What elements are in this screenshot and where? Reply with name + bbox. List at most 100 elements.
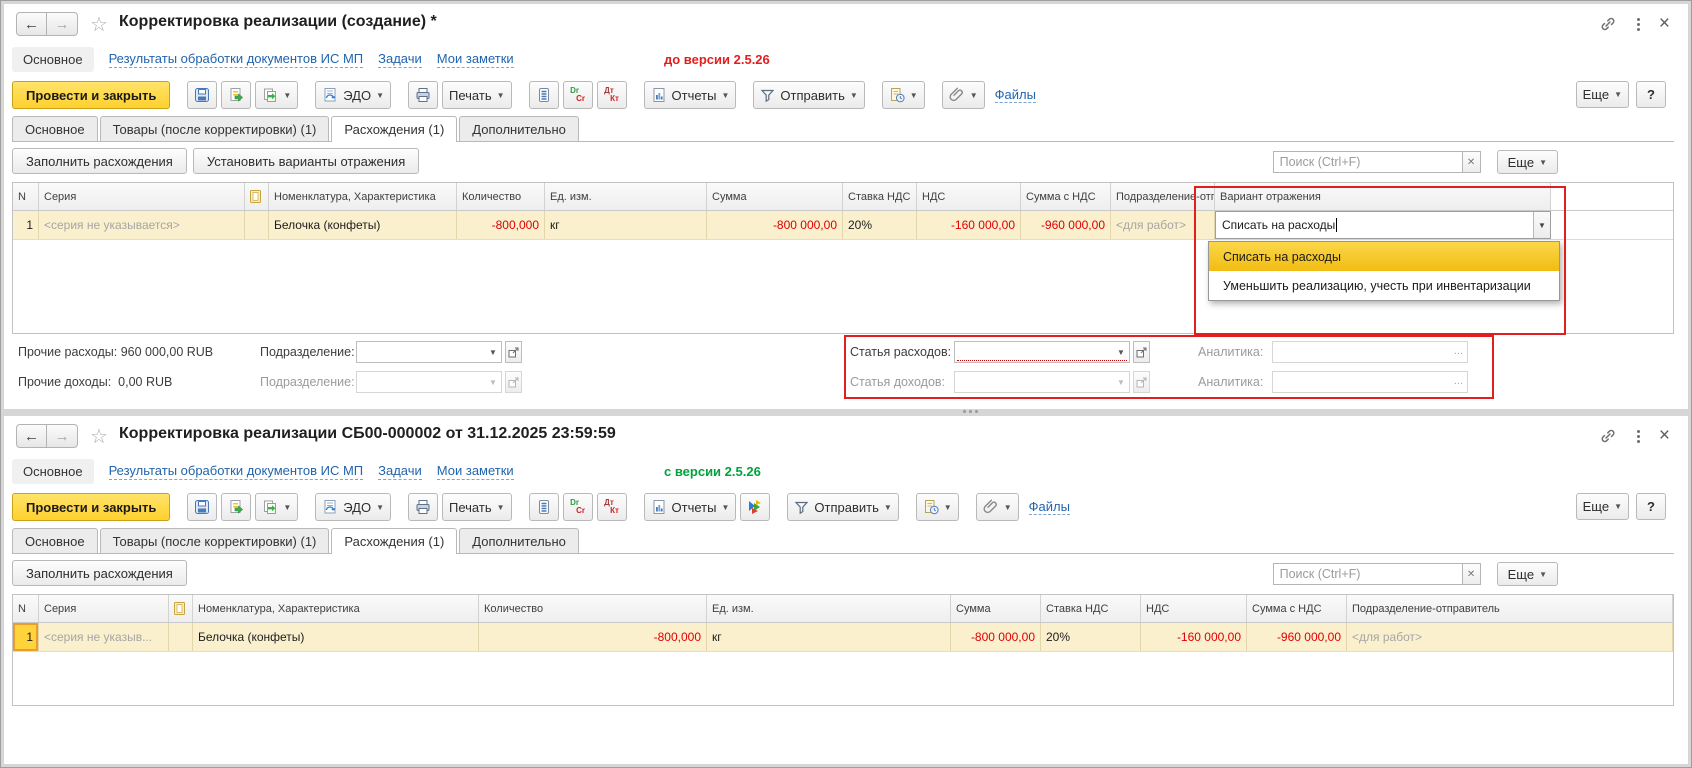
analytics-field-2[interactable]: ... (1272, 371, 1468, 393)
edo-button[interactable]: ЭДО▼ (315, 493, 391, 521)
cell-n[interactable]: 1 (13, 211, 39, 239)
table-more-button[interactable]: Еще▼ (1497, 150, 1558, 174)
dt-kt-button[interactable]: ДтКт (597, 81, 627, 109)
cell-amount-vat[interactable]: -960 000,00 (1021, 211, 1111, 239)
print-menu-button[interactable]: Печать▼ (442, 81, 512, 109)
col-header-nomenclature[interactable]: Номенклатура, Характеристика (269, 183, 457, 210)
col-header-unit[interactable]: Ед. изм. (707, 595, 951, 622)
field-dropdown-icon[interactable]: ▼ (485, 372, 501, 392)
col-header-amount[interactable]: Сумма (707, 183, 843, 210)
nav-tasks[interactable]: Задачи (378, 51, 422, 68)
col-header-unit[interactable]: Ед. изм. (545, 183, 707, 210)
reminder-button[interactable]: ▼ (916, 493, 959, 521)
help-button[interactable]: ? (1636, 81, 1666, 108)
tab-main[interactable]: Основное (12, 116, 98, 141)
send-button[interactable]: Отправить▼ (753, 81, 864, 109)
col-header-series[interactable]: Серия (39, 595, 169, 622)
print-menu-button[interactable]: Печать▼ (442, 493, 512, 521)
cell-vat[interactable]: -160 000,00 (917, 211, 1021, 239)
create-based-on-button[interactable]: ▼ (255, 81, 298, 109)
close-icon[interactable]: × (1659, 429, 1670, 443)
attachments-button[interactable]: ▼ (976, 493, 1019, 521)
col-header-series[interactable]: Серия (39, 183, 245, 210)
tab-additional[interactable]: Дополнительно (459, 116, 579, 141)
col-header-department[interactable]: Подразделение-отправитель (1347, 595, 1673, 622)
files-link[interactable]: Файлы (1029, 499, 1070, 515)
col-header-vat[interactable]: НДС (1141, 595, 1247, 622)
print-icon-button[interactable] (408, 81, 438, 109)
cell-variant-edit[interactable]: Списать на расходы▼ (1215, 211, 1551, 239)
nav-main[interactable]: Основное (12, 47, 94, 72)
tab-goods[interactable]: Товары (после корректировки) (1) (100, 528, 330, 553)
dropdown-option-reduce-sales[interactable]: Уменьшить реализацию, учесть при инвента… (1209, 271, 1559, 300)
department-field-disabled[interactable]: ▼ (356, 371, 502, 393)
structure-button[interactable] (529, 493, 559, 521)
nav-main[interactable]: Основное (12, 459, 94, 484)
col-header-amount-vat[interactable]: Сумма с НДС (1247, 595, 1347, 622)
cell-series-icon[interactable] (169, 623, 193, 651)
tab-discrepancies[interactable]: Расхождения (1) (331, 528, 457, 554)
col-header-n[interactable]: N (13, 183, 39, 210)
document-movements-button[interactable]: DrCr (563, 493, 593, 521)
cell-vat-rate[interactable]: 20% (1041, 623, 1141, 651)
col-header-variant[interactable]: Вариант отражения (1215, 183, 1551, 210)
income-item-open-button[interactable] (1133, 371, 1150, 393)
cell-series-icon[interactable] (245, 211, 269, 239)
create-based-on-button[interactable]: ▼ (255, 493, 298, 521)
variant-dropdown-button[interactable]: ▼ (1533, 212, 1550, 238)
expense-item-field[interactable]: ▼ (954, 341, 1130, 363)
cell-department[interactable]: <для работ> (1111, 211, 1215, 239)
search-input[interactable] (1273, 563, 1463, 585)
field-dropdown-icon[interactable]: ▼ (1113, 342, 1129, 362)
reports-button[interactable]: Отчеты▼ (644, 493, 737, 521)
col-header-quantity[interactable]: Количество (457, 183, 545, 210)
cell-amount-vat[interactable]: -960 000,00 (1247, 623, 1347, 651)
favorite-star-icon[interactable]: ☆ (90, 12, 108, 37)
post-and-close-button[interactable]: Провести и закрыть (12, 493, 170, 521)
col-header-vat[interactable]: НДС (917, 183, 1021, 210)
nav-tasks[interactable]: Задачи (378, 463, 422, 480)
ellipsis-button[interactable]: ... (1454, 345, 1463, 357)
cell-quantity[interactable]: -800,000 (457, 211, 545, 239)
col-header-amount[interactable]: Сумма (951, 595, 1041, 622)
link-icon[interactable] (1598, 426, 1618, 446)
col-header-vat-rate[interactable]: Ставка НДС (843, 183, 917, 210)
tab-additional[interactable]: Дополнительно (459, 528, 579, 553)
col-header-series-icon[interactable] (169, 595, 193, 622)
fill-discrepancies-button[interactable]: Заполнить расхождения (12, 560, 187, 586)
col-header-quantity[interactable]: Количество (479, 595, 707, 622)
cell-vat[interactable]: -160 000,00 (1141, 623, 1247, 651)
search-input[interactable] (1273, 151, 1463, 173)
back-button[interactable]: ← (16, 424, 47, 448)
post-document-button[interactable] (221, 81, 251, 109)
save-button[interactable] (187, 493, 217, 521)
cell-department[interactable]: <для работ> (1347, 623, 1673, 651)
col-header-vat-rate[interactable]: Ставка НДС (1041, 595, 1141, 622)
post-document-button[interactable] (221, 493, 251, 521)
analytics-field[interactable]: ... (1272, 341, 1468, 363)
search-clear-icon[interactable]: ✕ (1463, 151, 1481, 173)
more-menu-icon[interactable] (1635, 16, 1642, 33)
send-button[interactable]: Отправить▼ (787, 493, 898, 521)
col-header-nomenclature[interactable]: Номенклатура, Характеристика (193, 595, 479, 622)
nav-notes[interactable]: Мои заметки (437, 51, 514, 68)
search-clear-icon[interactable]: ✕ (1463, 563, 1481, 585)
reports-button[interactable]: Отчеты▼ (644, 81, 737, 109)
cell-vat-rate[interactable]: 20% (843, 211, 917, 239)
document-movements-button[interactable]: DrCr (563, 81, 593, 109)
tab-main[interactable]: Основное (12, 528, 98, 553)
tab-discrepancies[interactable]: Расхождения (1) (331, 116, 457, 142)
fill-discrepancies-button[interactable]: Заполнить расхождения (12, 148, 187, 174)
reminder-button[interactable]: ▼ (882, 81, 925, 109)
save-button[interactable] (187, 81, 217, 109)
dropdown-option-write-off[interactable]: Списать на расходы (1209, 242, 1559, 271)
cell-amount[interactable]: -800 000,00 (707, 211, 843, 239)
forward-button[interactable]: → (47, 12, 78, 36)
cell-nomenclature[interactable]: Белочка (конфеты) (193, 623, 479, 651)
field-dropdown-icon[interactable]: ▼ (485, 342, 501, 362)
structure-button[interactable] (529, 81, 559, 109)
nav-notes[interactable]: Мои заметки (437, 463, 514, 480)
table-more-button[interactable]: Еще▼ (1497, 562, 1558, 586)
cell-nomenclature[interactable]: Белочка (конфеты) (269, 211, 457, 239)
col-header-department[interactable]: Подразделение-отпра... (1111, 183, 1215, 210)
